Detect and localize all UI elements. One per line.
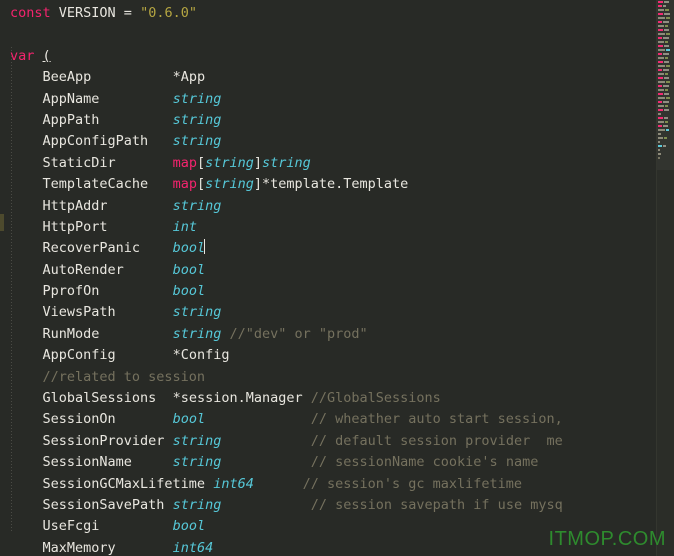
code-token-com: //"dev" or "prod": [221, 325, 368, 342]
code-lines[interactable]: const VERSION = "0.6.0" var ( BeeApp *Ap…: [0, 3, 656, 556]
code-line[interactable]: AppName string: [0, 89, 656, 110]
code-token-com: //GlobalSessions: [310, 390, 441, 407]
code-token-com: // session's gc maxlifetime: [253, 475, 523, 492]
code-token-type: string: [172, 454, 222, 471]
code-line[interactable]: //related to session: [0, 367, 656, 388]
code-line[interactable]: SessionOn bool // wheather auto start se…: [0, 409, 656, 430]
code-token-bracket: (: [42, 47, 51, 64]
code-line[interactable]: SessionName string // sessionName cookie…: [0, 452, 656, 473]
code-line[interactable]: var (: [0, 46, 656, 67]
code-token-plain: RunMode: [10, 325, 173, 342]
code-token-plain: AppPath: [10, 111, 173, 128]
code-token-plain: *Config: [172, 347, 230, 364]
code-token-type: int: [172, 218, 197, 235]
code-line[interactable]: BeeApp *App: [0, 67, 656, 88]
code-token-type: string: [172, 432, 222, 449]
code-line[interactable]: GlobalSessions *session.Manager //Global…: [0, 388, 656, 409]
code-token-plain: MaxMemory: [10, 539, 173, 556]
code-token-plain: TemplateCache: [10, 176, 173, 193]
code-token-plain: PprofOn: [10, 283, 173, 300]
code-line[interactable]: StaticDir map[string]string: [0, 153, 656, 174]
code-token-kw: map: [172, 154, 197, 171]
code-token-type: bool: [172, 411, 206, 428]
code-line[interactable]: HttpPort int: [0, 217, 656, 238]
code-token-plain: UseFcgi: [10, 518, 173, 535]
code-token-type: bool: [172, 240, 206, 257]
code-token-type: string: [172, 496, 222, 513]
code-token-plain: *template.Template: [262, 176, 409, 193]
code-line[interactable]: SessionProvider string // default sessio…: [0, 431, 656, 452]
code-token-punc: ]: [253, 154, 263, 171]
code-token-com: // sessionName cookie's name: [221, 454, 539, 471]
code-token-plain: *App: [172, 69, 206, 86]
code-line[interactable]: AppConfig *Config: [0, 345, 656, 366]
code-token-plain: SessionOn: [10, 411, 173, 428]
code-line[interactable]: [0, 24, 656, 45]
code-token-com: // wheather auto start session,: [205, 411, 563, 428]
code-token-punc: [: [196, 154, 206, 171]
code-token-punc: ]: [253, 176, 263, 193]
code-token-type: string: [172, 304, 222, 321]
code-token-type: string: [172, 197, 222, 214]
code-editor-window: const VERSION = "0.6.0" var ( BeeApp *Ap…: [0, 0, 674, 556]
code-token-type: bool: [172, 261, 206, 278]
code-token-plain: *session.Manager: [172, 390, 311, 407]
code-token-str: "0.6.0": [140, 5, 197, 21]
code-token-type: int64: [213, 475, 254, 492]
code-line[interactable]: RunMode string //"dev" or "prod": [0, 324, 656, 345]
code-token-plain: SessionProvider: [10, 432, 173, 449]
minimap[interactable]: [656, 0, 674, 556]
code-token-kw: const: [10, 5, 59, 21]
code-token-punc: [: [196, 176, 206, 193]
code-token-kw: var: [10, 47, 43, 64]
code-token-plain: HttpAddr: [10, 197, 173, 214]
code-token-plain: SessionName: [10, 454, 173, 471]
watermark-itmop: ITMOP.COM: [548, 527, 666, 550]
code-token-type: string: [262, 154, 311, 171]
code-token-plain: VERSION =: [58, 5, 141, 21]
code-token-com: //related to session: [10, 368, 206, 385]
code-token-plain: AppName: [10, 90, 173, 107]
code-text-area[interactable]: const VERSION = "0.6.0" var ( BeeApp *Ap…: [0, 0, 656, 556]
code-token-type: int64: [172, 539, 214, 556]
code-token-type: bool: [172, 518, 206, 535]
code-token-type: string: [172, 133, 222, 150]
code-line[interactable]: PprofOn bool: [0, 281, 656, 302]
code-token-plain: AppConfig: [10, 347, 173, 364]
code-token-plain: AppConfigPath: [10, 133, 173, 150]
code-token-type: string: [205, 176, 254, 193]
code-token-plain: StaticDir: [10, 154, 173, 171]
code-token-plain: ViewsPath: [10, 304, 173, 321]
text-caret: [204, 239, 206, 255]
code-line[interactable]: SessionGCMaxLifetime int64 // session's …: [0, 474, 656, 495]
code-token-plain: BeeApp: [10, 69, 173, 86]
code-token-plain: SessionGCMaxLifetime: [10, 475, 214, 492]
code-token-com: // default session provider me: [221, 432, 563, 449]
code-line[interactable]: AppConfigPath string: [0, 131, 656, 152]
code-line[interactable]: SessionSavePath string // session savepa…: [0, 495, 656, 516]
code-token-com: // session savepath if use mysq: [221, 496, 563, 513]
code-token-type: string: [172, 325, 222, 342]
minimap-viewport-slider[interactable]: [657, 0, 674, 170]
code-line[interactable]: HttpAddr string: [0, 196, 656, 217]
code-token-plain: SessionSavePath: [10, 496, 173, 513]
code-token-type: string: [172, 90, 222, 107]
code-line[interactable]: RecoverPanic bool: [0, 238, 656, 259]
code-token-type: string: [172, 111, 222, 128]
code-token-plain: GlobalSessions: [10, 390, 173, 407]
code-line[interactable]: AutoRender bool: [0, 260, 656, 281]
code-token-plain: AutoRender: [10, 261, 173, 278]
code-token-type: bool: [172, 283, 206, 300]
code-line[interactable]: TemplateCache map[string]*template.Templ…: [0, 174, 656, 195]
code-line[interactable]: ViewsPath string: [0, 302, 656, 323]
code-token-type: string: [205, 154, 254, 171]
code-line[interactable]: const VERSION = "0.6.0": [0, 3, 656, 24]
code-token-kw: map: [172, 176, 197, 193]
code-token-plain: RecoverPanic: [10, 240, 173, 257]
code-token-plain: HttpPort: [10, 218, 173, 235]
code-line[interactable]: AppPath string: [0, 110, 656, 131]
